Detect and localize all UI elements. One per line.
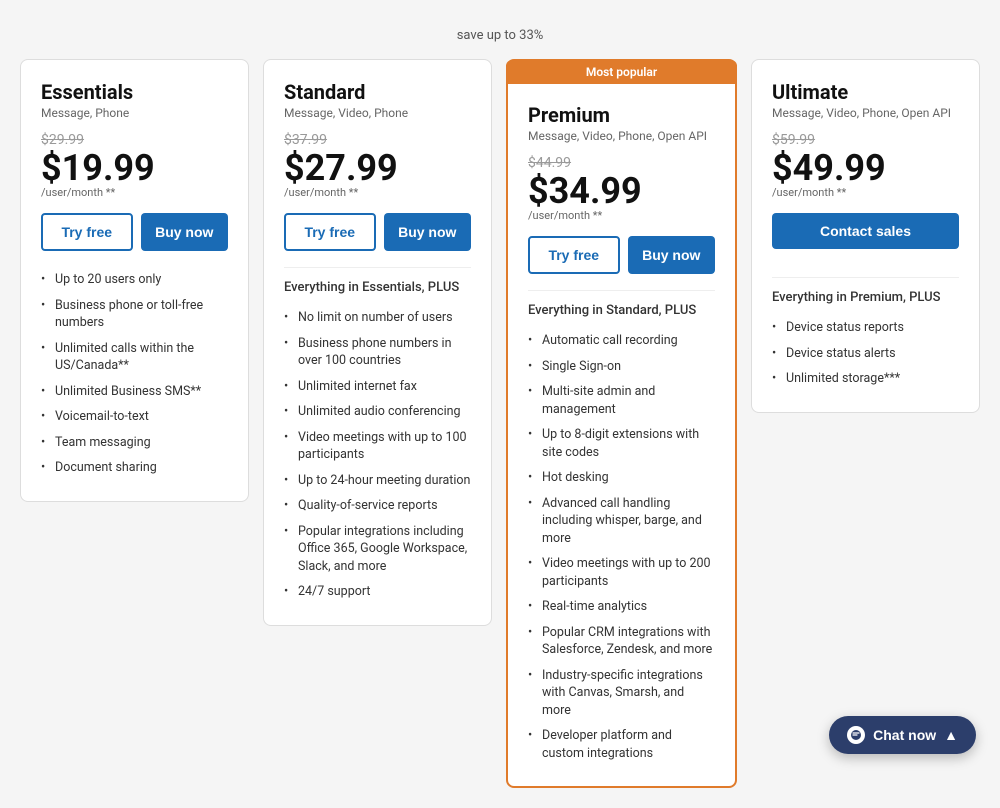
divider-premium <box>528 290 715 291</box>
feature-item: 24/7 support <box>284 579 471 605</box>
divider-standard <box>284 267 471 268</box>
chat-chevron-icon: ▲ <box>944 727 958 743</box>
feature-item: Video meetings with up to 100 participan… <box>284 425 471 468</box>
chat-now-button[interactable]: Chat now ▲ <box>829 716 976 754</box>
plan-header-standard: Standard Message, Video, Phone $37.99 $27.9… <box>284 80 471 199</box>
original-price-standard: $37.99 <box>284 132 471 148</box>
buy-now-button-standard[interactable]: Buy now <box>384 213 472 251</box>
feature-item: Industry-specific integrations with Canv… <box>528 663 715 724</box>
feature-item: Unlimited storage*** <box>772 366 959 392</box>
original-price-ultimate: $59.99 <box>772 132 959 148</box>
chat-now-label: Chat now <box>873 727 936 743</box>
plan-subtitle-standard: Message, Video, Phone <box>284 106 471 120</box>
save-label: save up to 33% <box>457 28 544 43</box>
feature-item: No limit on number of users <box>284 305 471 331</box>
buy-now-button-essentials[interactable]: Buy now <box>141 213 229 251</box>
feature-item: Team messaging <box>41 430 228 456</box>
plan-header-essentials: EssentialsMessage, Phone$29.99$19.99/use… <box>41 80 228 199</box>
divider-ultimate <box>772 277 959 278</box>
feature-item: Real-time analytics <box>528 594 715 620</box>
popular-badge: Most popular <box>506 60 737 84</box>
feature-item: Multi-site admin and management <box>528 379 715 422</box>
contact-sales-button[interactable]: Contact sales <box>772 213 959 249</box>
feature-item: Up to 8-digit extensions with site codes <box>528 422 715 465</box>
current-price-ultimate: $49.99 <box>772 150 959 186</box>
current-price-essentials: $19.99 <box>41 150 228 186</box>
feature-item: Device status reports <box>772 315 959 341</box>
plan-name-standard: Standard <box>284 80 471 104</box>
top-bar: save up to 33% <box>20 20 980 59</box>
feature-item: Up to 24-hour meeting duration <box>284 468 471 494</box>
plan-name-essentials: Essentials <box>41 80 228 104</box>
feature-item: Advanced call handling including whisper… <box>528 491 715 552</box>
current-price-premium: $34.99 <box>528 173 715 209</box>
plus-label-premium: Everything in Standard, PLUS <box>528 303 715 318</box>
plan-header-ultimate: Ultimate Message, Video, Phone, Open API $… <box>772 80 959 199</box>
plans-container: EssentialsMessage, Phone$29.99$19.99/use… <box>20 59 980 788</box>
feature-item: Up to 20 users only <box>41 267 228 293</box>
feature-list-premium: Automatic call recordingSingle Sign-onMu… <box>528 328 715 766</box>
try-free-button-standard[interactable]: Try free <box>284 213 376 251</box>
feature-item: Document sharing <box>41 455 228 481</box>
original-price-premium: $44.99 <box>528 155 715 171</box>
feature-item: Business phone or toll-free numbers <box>41 293 228 336</box>
feature-item: Hot desking <box>528 465 715 491</box>
feature-item: Developer platform and custom integratio… <box>528 723 715 766</box>
plan-name-ultimate: Ultimate <box>772 80 959 104</box>
feature-list-ultimate: Device status reportsDevice status alert… <box>772 315 959 392</box>
feature-item: Unlimited calls within the US/Canada** <box>41 336 228 379</box>
feature-item: Voicemail-to-text <box>41 404 228 430</box>
chat-icon <box>847 726 865 744</box>
plan-subtitle-premium: Message, Video, Phone, Open API <box>528 129 715 143</box>
plan-header-premium: Premium Message, Video, Phone, Open API $4… <box>528 103 715 222</box>
try-free-button-essentials[interactable]: Try free <box>41 213 133 251</box>
original-price-essentials: $29.99 <box>41 132 228 148</box>
plan-card-essentials: EssentialsMessage, Phone$29.99$19.99/use… <box>20 59 249 502</box>
feature-item: Popular CRM integrations with Salesforce… <box>528 620 715 663</box>
feature-item: Business phone numbers in over 100 count… <box>284 331 471 374</box>
btn-row-premium: Try freeBuy now <box>528 236 715 274</box>
try-free-button-premium[interactable]: Try free <box>528 236 620 274</box>
feature-item: Single Sign-on <box>528 354 715 380</box>
plus-label-standard: Everything in Essentials, PLUS <box>284 280 471 295</box>
feature-item: Unlimited audio conferencing <box>284 399 471 425</box>
feature-item: Video meetings with up to 200 participan… <box>528 551 715 594</box>
plan-subtitle-essentials: Message, Phone <box>41 106 228 120</box>
plus-label-ultimate: Everything in Premium, PLUS <box>772 290 959 305</box>
feature-item: Automatic call recording <box>528 328 715 354</box>
plan-name-premium: Premium <box>528 103 715 127</box>
plan-card-standard: Standard Message, Video, Phone $37.99 $27.9… <box>263 59 492 626</box>
feature-list-essentials: Up to 20 users onlyBusiness phone or tol… <box>41 267 228 481</box>
feature-item: Popular integrations including Office 36… <box>284 519 471 580</box>
plan-card-ultimate: Ultimate Message, Video, Phone, Open API $… <box>751 59 980 413</box>
feature-item: Device status alerts <box>772 341 959 367</box>
btn-row-standard: Try freeBuy now <box>284 213 471 251</box>
feature-item: Quality-of-service reports <box>284 493 471 519</box>
btn-row-essentials: Try freeBuy now <box>41 213 228 251</box>
buy-now-button-premium[interactable]: Buy now <box>628 236 716 274</box>
plan-card-premium: Most popular Premium Message, Video, Phone… <box>506 59 737 788</box>
feature-list-standard: No limit on number of usersBusiness phon… <box>284 305 471 605</box>
plan-subtitle-ultimate: Message, Video, Phone, Open API <box>772 106 959 120</box>
feature-item: Unlimited Business SMS** <box>41 379 228 405</box>
current-price-standard: $27.99 <box>284 150 471 186</box>
feature-item: Unlimited internet fax <box>284 374 471 400</box>
